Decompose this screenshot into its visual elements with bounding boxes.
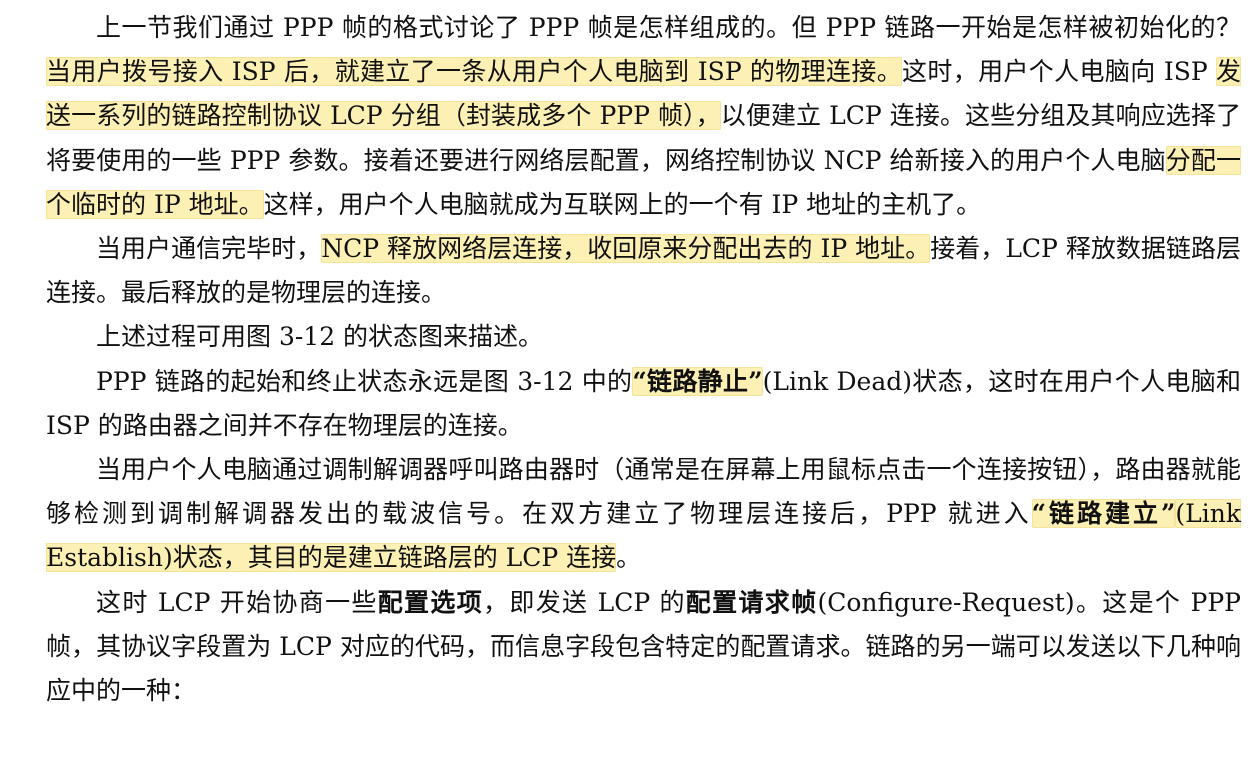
highlighted-bold-term: “链路建立” [1031,499,1176,529]
highlighted-bold-term: “链路静止” [632,366,763,396]
text-span: 这样，用户个人电脑就成为互联网上的一个有 IP 地址的主机了。 [263,189,982,219]
paragraph-lcp-configure: 这时 LCP 开始协商一些配置选项，即发送 LCP 的配置请求帧(Configu… [46,581,1241,714]
bold-term: 配置选项 [377,587,484,617]
paragraph-link-dead: PPP 链路的起始和终止状态永远是图 3-12 中的“链路静止”(Link De… [46,360,1241,448]
paragraph-ppp-release: 当用户通信完毕时，NCP 释放网络层连接，收回原来分配出去的 IP 地址。接着，… [46,227,1241,315]
paragraph-link-establish: 当用户个人电脑通过调制解调器呼叫路由器时（通常是在屏幕上用鼠标点击一个连接按钮）… [46,448,1241,581]
text-span: 当用户通信完毕时， [96,234,322,264]
text-span: 这时，用户个人电脑向 ISP [902,57,1216,87]
text-span: 这时 LCP 开始协商一些 [96,587,378,617]
text-span: 上述过程可用图 3-12 的状态图来描述。 [96,322,544,352]
text-span: ，即发送 LCP 的 [483,587,686,617]
highlighted-text: 当用户拨号接入 ISP 后，就建立了一条从用户个人电脑到 ISP 的物理连接。 [46,57,903,87]
bold-term: 配置请求帧 [685,587,818,617]
text-span: 上一节我们通过 PPP 帧的格式讨论了 PPP 帧是怎样组成的。但 PPP 链路… [96,13,1241,42]
text-span: PPP 链路的起始和终止状态永远是图 3-12 中的 [96,366,633,396]
document-page: 上一节我们通过 PPP 帧的格式讨论了 PPP 帧是怎样组成的。但 PPP 链路… [0,0,1255,758]
paragraph-state-diagram-ref: 上述过程可用图 3-12 的状态图来描述。 [46,315,1241,359]
paragraph-ppp-initialization: 上一节我们通过 PPP 帧的格式讨论了 PPP 帧是怎样组成的。但 PPP 链路… [46,6,1242,227]
highlighted-text: NCP 释放网络层连接，收回原来分配出去的 IP 地址。 [321,234,931,264]
text-span: 。 [616,543,642,573]
